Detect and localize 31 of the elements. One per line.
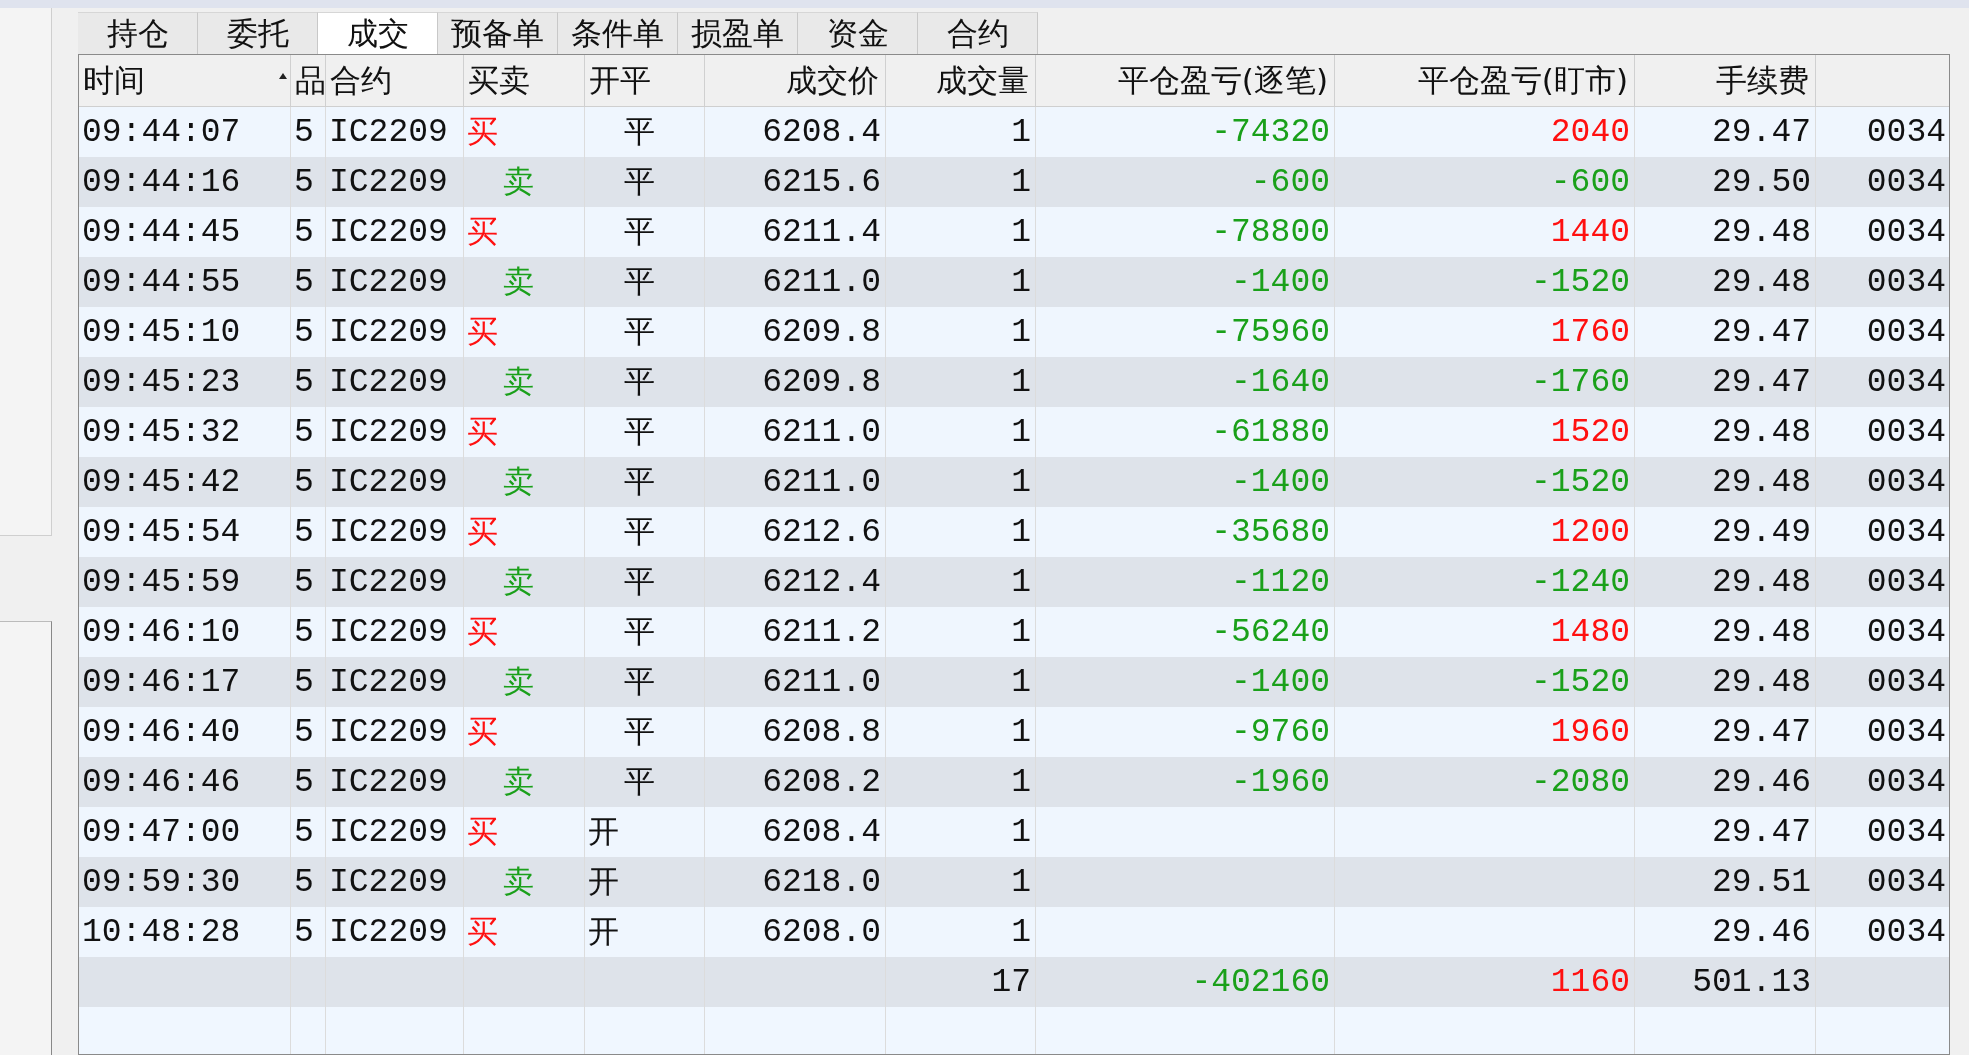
tab[interactable]: 损盈单 bbox=[678, 12, 798, 54]
pnl-cell: 1160 bbox=[1335, 957, 1635, 1007]
table-row[interactable]: 09:45:59 5 IC2209 卖 平 6212.4 1 -1120 -1240 29.48 0034 bbox=[79, 557, 1949, 607]
column-header[interactable]: 开平 bbox=[585, 55, 705, 106]
column-header[interactable]: 品 bbox=[291, 55, 326, 106]
fee-total: 501.13 bbox=[1635, 957, 1816, 1007]
volume-total: 17 bbox=[886, 957, 1036, 1007]
table-row[interactable]: 09:46:46 5 IC2209 卖 平 6208.2 1 -1960 -2080 29.46 0034 bbox=[79, 757, 1949, 807]
tab[interactable]: 资金 bbox=[798, 12, 918, 54]
column-header[interactable]: 时间 bbox=[79, 55, 291, 106]
column-header[interactable]: 成交价 bbox=[705, 55, 886, 106]
column-header[interactable]: 合约 bbox=[326, 55, 464, 106]
sort-icon bbox=[279, 73, 287, 79]
table-row[interactable]: 09:45:42 5 IC2209 卖 平 6211.0 1 -1400 -1520 29.48 0034 bbox=[79, 457, 1949, 507]
tab[interactable]: 成交 bbox=[318, 12, 438, 54]
table-row[interactable]: 09:46:17 5 IC2209 卖 平 6211.0 1 -1400 -1520 29.48 0034 bbox=[79, 657, 1949, 707]
table-row[interactable]: 09:59:30 5 IC2209 卖 开 6218.0 1 29.51 0034 bbox=[79, 857, 1949, 907]
column-header[interactable]: 买卖 bbox=[464, 55, 585, 106]
tab[interactable]: 合约 bbox=[918, 12, 1038, 54]
table-row[interactable]: 09:45:23 5 IC2209 卖 平 6209.8 1 -1640 -1760 29.47 0034 bbox=[79, 357, 1949, 407]
table-row[interactable]: 09:44:55 5 IC2209 卖 平 6211.0 1 -1400 -1520 29.48 0034 bbox=[79, 257, 1949, 307]
tab[interactable]: 条件单 bbox=[558, 12, 678, 54]
table-row[interactable]: 09:44:16 5 IC2209 卖 平 6215.6 1 -600 -600 29.50 0034 bbox=[79, 157, 1949, 207]
column-header[interactable]: 手续费 bbox=[1635, 55, 1816, 106]
column-header[interactable]: 成交量 bbox=[886, 55, 1036, 106]
column-header[interactable]: 平仓盈亏(盯市) bbox=[1335, 55, 1635, 106]
tab[interactable]: 持仓 bbox=[78, 12, 198, 54]
tab[interactable]: 委托 bbox=[198, 12, 318, 54]
column-header[interactable]: 平仓盈亏(逐笔) bbox=[1036, 55, 1335, 106]
tab[interactable]: 预备单 bbox=[438, 12, 558, 54]
pnl-cell: -402160 bbox=[1036, 957, 1335, 1007]
